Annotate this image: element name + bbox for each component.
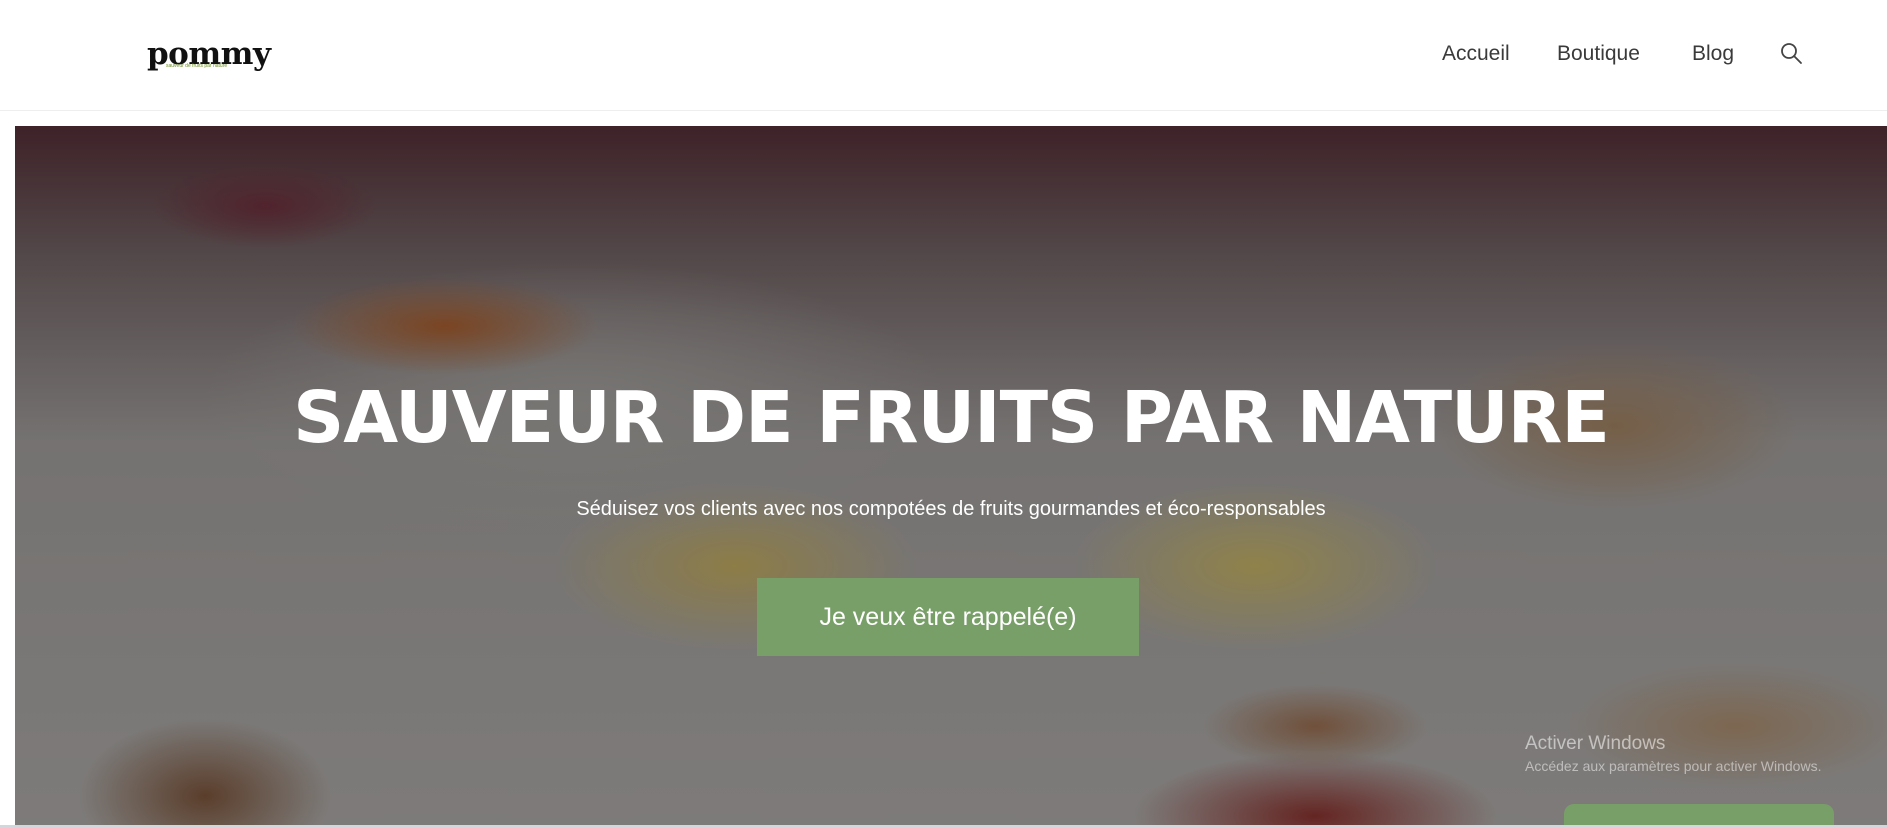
floating-action-button[interactable]	[1564, 804, 1834, 826]
hero-subtitle: Séduisez vos clients avec nos compotées …	[576, 498, 1326, 520]
search-icon[interactable]	[1779, 41, 1803, 65]
logo-tagline: sauveur de fruits par nature	[166, 63, 228, 69]
hero-banner: SAUVEUR DE FRUITS PAR NATURE Séduisez vo…	[15, 126, 1887, 826]
nav-item-blog[interactable]: Blog	[1692, 42, 1734, 66]
hero-title: SAUVEUR DE FRUITS PAR NATURE	[293, 376, 1610, 459]
site-logo[interactable]: pommy sauveur de fruits par nature	[147, 36, 272, 72]
windows-activation-title: Activer Windows	[1525, 733, 1666, 754]
nav-item-boutique[interactable]: Boutique	[1557, 42, 1640, 66]
site-header: pommy sauveur de fruits par nature Accue…	[0, 0, 1887, 111]
callback-button[interactable]: Je veux être rappelé(e)	[757, 578, 1139, 656]
windows-activation-subtitle: Accédez aux paramètres pour activer Wind…	[1525, 758, 1822, 774]
nav-item-accueil[interactable]: Accueil	[1442, 42, 1510, 66]
hero-overlay	[15, 126, 1887, 826]
